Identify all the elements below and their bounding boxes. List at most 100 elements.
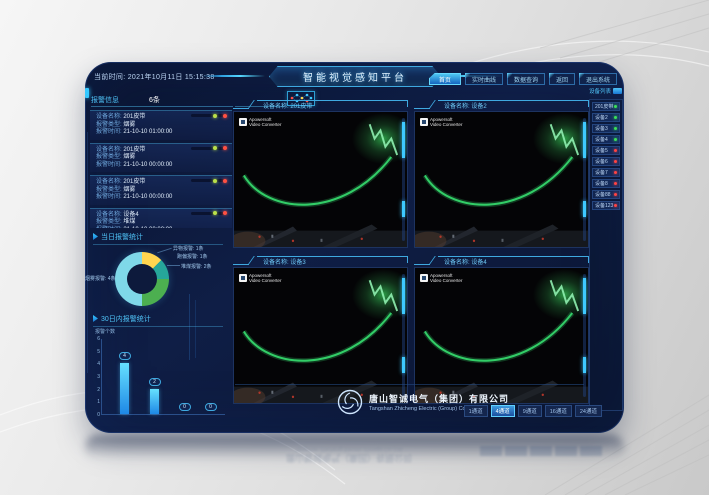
nav-button[interactable]: 首页	[429, 73, 461, 85]
video-frame	[415, 112, 588, 247]
device-name: 201皮带	[123, 114, 145, 120]
nav-button[interactable]: 实时曲线	[465, 73, 503, 85]
device-status-dot	[614, 204, 617, 207]
current-time: 当前时间: 2021年10月11日 15:15:38	[94, 72, 215, 82]
device-label: 设备2	[595, 114, 608, 121]
device-list-item[interactable]: 设备2	[592, 113, 620, 122]
video-tile-2[interactable]: 设备名称: 设备2 Apowersoft Video Con	[414, 98, 589, 248]
device-name: 设备4	[123, 212, 138, 218]
device-label: 设备3	[595, 125, 608, 132]
company-logo-icon	[337, 389, 363, 415]
field-label: 报警时间:	[96, 129, 122, 135]
alarm-type: 烟雾	[123, 122, 135, 128]
scrollbar-segment	[583, 278, 586, 314]
bar-value-badge: 2	[149, 378, 161, 386]
scrollbar-segment	[402, 201, 405, 217]
video-header: 设备名称: 设备4	[414, 254, 589, 267]
device-list-item[interactable]: 201皮带	[592, 102, 620, 111]
y-tick: 2	[94, 387, 100, 393]
alarm-card[interactable]: 设备名称: 201皮带 报警类型: 烟雾 报警时间: 21-10-10 00:0…	[90, 143, 232, 173]
channel-button[interactable]: 24通道	[575, 405, 602, 417]
video-watermark: Apowersoft Video Converter	[239, 273, 281, 283]
device-list-tab[interactable]	[613, 88, 622, 94]
video-frame	[234, 112, 407, 247]
bar-value-badge: 4	[119, 352, 131, 360]
device-status-dot	[614, 138, 617, 141]
alarm-card[interactable]: 设备名称: 设备4 报警类型: 堆煤 报警时间: 21-10-10 00:00:…	[90, 208, 232, 229]
video-tile-3[interactable]: 设备名称: 设备3 Apowersoft Video Con	[233, 254, 408, 404]
device-list-item[interactable]: 设备8	[592, 179, 620, 188]
alarm-list: 设备名称: 201皮带 报警类型: 烟雾 报警时间: 21-10-10 01:0…	[90, 110, 232, 228]
y-tick: 1	[94, 399, 100, 405]
channel-switcher: 1通道 4通道 9通道 16通道 24通道	[464, 405, 602, 417]
video-tile-4[interactable]: 设备名称: 设备4 Apowersoft Video Con	[414, 254, 589, 404]
video-grid: 设备名称: 201皮带 Apowersoft Video C	[233, 98, 589, 404]
watermark-line2: Video Converter	[430, 278, 462, 283]
alarm-count-badge: 6条	[149, 95, 160, 105]
video-frame	[415, 268, 588, 403]
watermark-line2: Video Converter	[249, 122, 281, 127]
donut-chart	[115, 252, 169, 306]
alarm-type: 烟雾	[123, 187, 135, 193]
device-label: 设备6	[595, 158, 608, 165]
donut-label: 跑偏报警: 1条	[177, 253, 208, 260]
edge-line	[87, 132, 88, 373]
video-title-label: 设备名称:	[444, 104, 470, 110]
page-title-frame: 智能视觉感知平台	[269, 66, 441, 87]
field-label: 设备名称:	[96, 147, 122, 153]
channel-button[interactable]: 16通道	[545, 405, 572, 417]
device-status-dot	[614, 116, 617, 119]
scrollbar-segment	[402, 122, 405, 158]
nav-button[interactable]: 返回	[549, 73, 575, 85]
dashboard-window: 当前时间: 2021年10月11日 15:15:38 智能视觉感知平台 首页 实…	[85, 62, 624, 433]
device-list-title: 设备列表	[589, 87, 611, 95]
field-label: 设备名称:	[96, 212, 122, 218]
bar-value-badge: 0	[179, 403, 191, 411]
y-tick: 4	[94, 361, 100, 367]
alarm-card[interactable]: 设备名称: 201皮带 报警类型: 烟雾 报警时间: 21-10-10 00:0…	[90, 175, 232, 205]
video-device-name: 201皮带	[290, 104, 312, 110]
scrollbar-segment	[583, 122, 586, 158]
alarm-level-gauge	[191, 212, 227, 215]
alarm-level-gauge	[191, 114, 227, 117]
video-scrollbar	[402, 118, 405, 241]
video-scrollbar	[583, 118, 586, 241]
alarm-card[interactable]: 设备名称: 201皮带 报警类型: 烟雾 报警时间: 21-10-10 01:0…	[90, 110, 232, 140]
device-status-dot	[614, 127, 617, 130]
alarm-panel-title: 报警信息	[91, 95, 119, 105]
video-title-label: 设备名称:	[263, 260, 289, 266]
company-name-cn: 唐山智诚电气（集团）有限公司	[369, 392, 509, 405]
device-list-item[interactable]: 设备123	[592, 201, 620, 210]
device-list-item[interactable]: 设备88	[592, 190, 620, 199]
device-label: 设备4	[595, 136, 608, 143]
field-label: 报警类型:	[96, 219, 122, 225]
edge-accent	[85, 88, 89, 98]
video-tile-1[interactable]: 设备名称: 201皮带 Apowersoft Video C	[233, 98, 408, 248]
field-label: 报警时间:	[96, 227, 122, 229]
bar-coalpile	[150, 389, 159, 414]
alarm-level-gauge	[191, 179, 227, 182]
scrollbar-segment	[583, 357, 586, 373]
device-label: 设备88	[595, 191, 611, 198]
nav-button[interactable]: 数据查询	[507, 73, 545, 85]
reflection-channels	[480, 446, 602, 456]
device-list-item[interactable]: 设备3	[592, 124, 620, 133]
video-device-name: 设备3	[290, 260, 305, 266]
device-list-item[interactable]: 设备6	[592, 157, 620, 166]
channel-button[interactable]: 9通道	[518, 405, 542, 417]
video-title-label: 设备名称:	[263, 104, 289, 110]
device-label: 设备7	[595, 169, 608, 176]
donut-leader-line	[167, 265, 180, 266]
device-list-item[interactable]: 设备5	[592, 146, 620, 155]
channel-button[interactable]: 4通道	[491, 405, 515, 417]
device-list-item[interactable]: 设备7	[592, 168, 620, 177]
scrollbar-segment	[583, 201, 586, 217]
alarm-time: 21-10-10 00:00:00	[123, 194, 172, 200]
video-watermark: Apowersoft Video Converter	[420, 273, 462, 283]
nav-button[interactable]: 退出系统	[579, 73, 617, 85]
alarm-type: 堆煤	[123, 219, 135, 225]
donut-label: 烟雾报警: 4条	[85, 275, 116, 282]
device-list-item[interactable]: 设备4	[592, 135, 620, 144]
channel-button[interactable]: 1通道	[464, 405, 488, 417]
video-scrollbar	[402, 274, 405, 397]
